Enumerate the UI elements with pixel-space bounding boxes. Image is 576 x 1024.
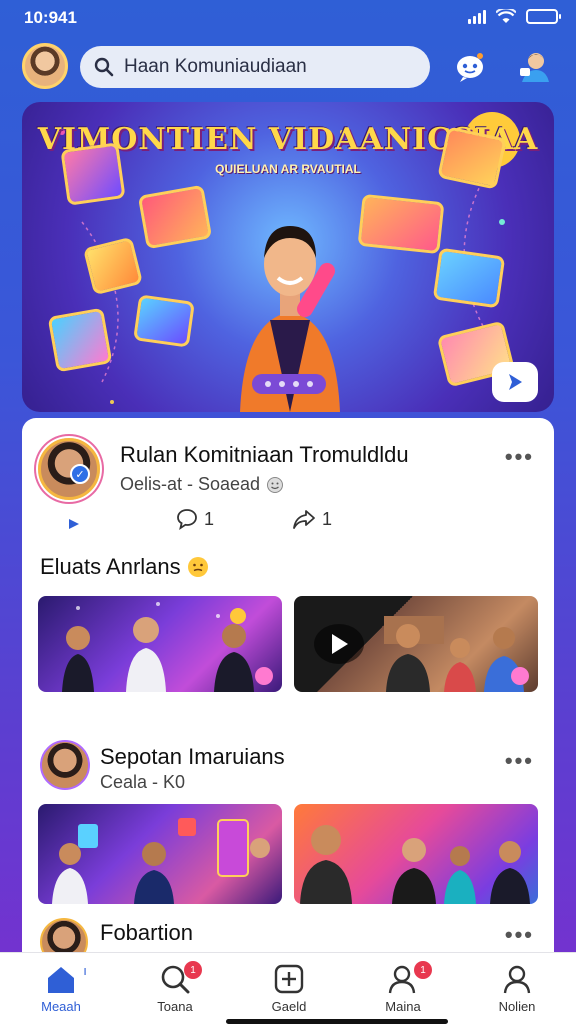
search-bar[interactable]: Haan Komuniaudiaan xyxy=(80,46,430,88)
nav-label: Gaeld xyxy=(271,999,307,1014)
hero-tile xyxy=(133,294,195,348)
notification-badge: 1 xyxy=(184,961,202,979)
post-card: Sepotan Imaruians Ceala - K0 ••• xyxy=(22,718,554,808)
video-thumbnail[interactable] xyxy=(294,804,538,904)
carousel-next-button[interactable] xyxy=(492,362,538,402)
hero-banner[interactable]: VIMONTIEN VIDAANICSIAA QUIELUAN AR RVAUT… xyxy=(22,102,554,412)
share-button[interactable]: 1 xyxy=(292,508,332,530)
play-icon[interactable] xyxy=(68,518,80,530)
nav-label: Toana xyxy=(157,999,193,1014)
status-icons xyxy=(468,9,561,24)
video-thumbnail[interactable] xyxy=(294,596,538,692)
comment-icon xyxy=(177,509,197,530)
signal-icon xyxy=(468,9,486,24)
carousel-indicator[interactable] xyxy=(252,374,326,394)
post-card: ✓ Rulan Komitniaan Tromuldldu Oelis-at -… xyxy=(22,418,554,579)
post-author-avatar[interactable] xyxy=(38,438,100,500)
bottom-nav: ı Meaah 1 Toana Gaeld 1 Maina Nolien xyxy=(0,952,576,1024)
profile-icon[interactable] xyxy=(516,48,552,84)
hero-tile xyxy=(432,247,506,309)
section-title-text: Eluats Anrlans xyxy=(40,554,181,579)
home-indicator xyxy=(226,1019,448,1024)
play-icon xyxy=(509,374,522,390)
video-thumbnail[interactable] xyxy=(38,804,282,904)
video-thumbnail[interactable] xyxy=(38,596,282,692)
comment-count: 1 xyxy=(204,508,215,529)
share-icon xyxy=(293,510,315,529)
post-meta: Oelis-at - Soaead xyxy=(120,474,284,495)
hero-tile xyxy=(137,184,213,250)
notification-badge: 1 xyxy=(414,961,432,979)
post-subtitle: Ceala - K0 xyxy=(100,772,186,792)
user-icon xyxy=(503,965,531,994)
play-button[interactable] xyxy=(314,624,364,664)
post-title[interactable]: Fobartion xyxy=(100,920,193,946)
nav-search[interactable]: 1 Toana xyxy=(130,961,220,1014)
nav-indicator: ı xyxy=(83,962,87,978)
nav-home[interactable]: ı Meaah xyxy=(16,961,106,1015)
status-bar: 10:941 xyxy=(0,0,576,36)
wifi-icon xyxy=(496,9,516,23)
nav-people[interactable]: 1 Maina xyxy=(358,961,448,1014)
nav-profile[interactable]: Nolien xyxy=(472,961,562,1014)
status-time: 10:941 xyxy=(24,8,77,27)
hero-tile xyxy=(357,193,445,255)
nav-create[interactable]: Gaeld xyxy=(244,961,334,1014)
more-icon[interactable]: ••• xyxy=(505,444,534,470)
more-icon[interactable]: ••• xyxy=(505,922,534,948)
nav-label: Nolien xyxy=(498,999,536,1014)
search-icon xyxy=(94,57,114,77)
profile-avatar[interactable] xyxy=(22,43,68,89)
emoji-icon xyxy=(267,476,284,493)
post-subtitle: Oelis-at - Soaead xyxy=(120,474,261,494)
thumbnail-art xyxy=(300,825,530,904)
post-title[interactable]: Sepotan Imaruians xyxy=(100,744,285,770)
nav-label: Maina xyxy=(385,999,421,1014)
feed: ✓ Rulan Komitniaan Tromuldldu Oelis-at -… xyxy=(22,418,554,978)
hero-tile xyxy=(47,307,113,373)
top-bar: Haan Komuniaudiaan xyxy=(0,40,576,96)
chatbot-icon[interactable] xyxy=(452,48,488,84)
post-author-avatar[interactable] xyxy=(40,740,90,790)
nav-label: Meaah xyxy=(41,999,81,1014)
search-input[interactable]: Haan Komuniaudiaan xyxy=(124,56,307,78)
battery-icon xyxy=(526,9,561,24)
home-icon xyxy=(48,967,74,993)
comment-button[interactable]: 1 xyxy=(176,508,214,530)
more-icon[interactable]: ••• xyxy=(505,748,534,774)
post-actions: 1 1 xyxy=(22,508,554,538)
share-count: 1 xyxy=(322,508,333,529)
post-title[interactable]: Rulan Komitniaan Tromuldldu xyxy=(120,442,409,468)
verified-icon: ✓ xyxy=(70,464,90,484)
thumbnail-art xyxy=(52,818,270,904)
emoji-icon xyxy=(187,557,208,577)
hero-tile xyxy=(60,142,126,206)
section-title: Eluats Anrlans xyxy=(40,554,209,580)
play-icon xyxy=(332,634,348,654)
plus-icon xyxy=(274,964,304,994)
thumbnail-art xyxy=(62,602,273,692)
